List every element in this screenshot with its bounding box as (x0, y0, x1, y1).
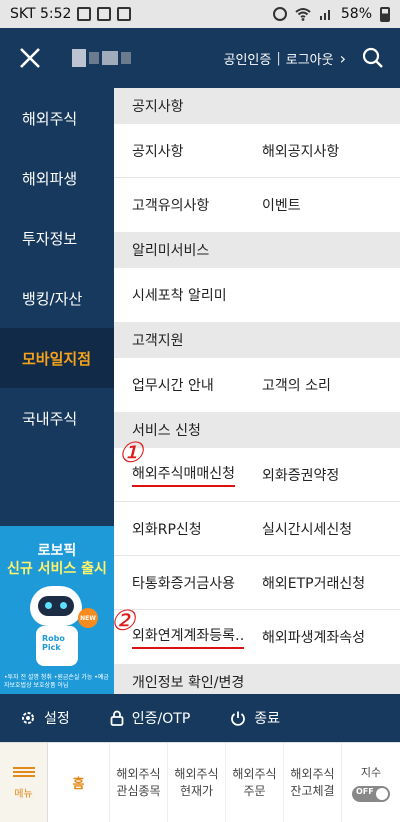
hamburger-icon (12, 765, 35, 779)
wifi-icon (295, 8, 311, 21)
menu-item-notices[interactable]: 공지사항 (114, 124, 244, 177)
promo-subtitle: 신규 서비스 출시 (7, 561, 107, 577)
battery-icon (380, 6, 390, 22)
search-button[interactable] (346, 28, 400, 88)
nav-tab-balance[interactable]: 해외주식잔고체결 (284, 743, 342, 822)
robot-illustration: Robo Pick NEW (16, 586, 98, 670)
new-badge: NEW (78, 608, 98, 628)
app-header: 공인인증 | 로그아웃 › (0, 28, 400, 88)
menu-item-label: 해외주식매매신청 (132, 463, 236, 487)
menu-item-price-alert[interactable]: 시세포착 알리미 (114, 268, 314, 322)
nav-tab-line2: 현재가 (179, 783, 214, 798)
robot-badge: Robo Pick (42, 634, 65, 652)
nav-tab-watchlist[interactable]: 해외주식관심종목 (110, 743, 168, 822)
nav-home-tab[interactable]: 홈 (48, 743, 110, 822)
category-sidebar: 해외주식 해외파생 투자정보 뱅킹/자산 모바일지점 국내주식 로보픽 신규 서… (0, 88, 114, 694)
mobile-branch-menu: 공지사항 공지사항 해외공지사항 고객유의사항 이벤트 알리미서비스 시세포착 … (114, 88, 400, 694)
auth-otp-label: 인증/OTP (131, 711, 191, 727)
nav-tab-line2: 관심종목 (116, 783, 161, 798)
nav-menu-label: 메뉴 (14, 789, 33, 800)
gear-icon (22, 712, 34, 724)
toggle-state: OFF (356, 786, 374, 796)
section-notices: 공지사항 (114, 88, 400, 124)
nav-tab-line2: 주문 (243, 783, 266, 798)
nav-tab-line1: 해외주식 (232, 766, 277, 781)
news-icon (117, 7, 132, 21)
section-customer-support: 고객지원 (114, 322, 400, 358)
carrier-time: SKT 5:52 (10, 6, 72, 22)
bottom-nav: 메뉴 홈 해외주식관심종목 해외주식현재가 해외주식주문 해외주식잔고체결 지수… (0, 742, 400, 822)
nav-menu-button[interactable]: 메뉴 (0, 743, 48, 822)
promo-disclaimer: •투자 전 설명 청취 •원금손실 가능 •예금자보호법상 보호상품 아님 (4, 674, 109, 689)
section-alert-service: 알리미서비스 (114, 232, 400, 268)
power-icon (231, 711, 246, 726)
exit-label: 종료 (254, 711, 281, 727)
lock-icon (110, 710, 124, 726)
cert-link[interactable]: 공인인증 (224, 49, 272, 68)
sidebar-item-label: 해외파생 (22, 169, 78, 188)
alarm-icon (272, 7, 287, 21)
menu-item-etp-trading-apply[interactable]: 해외ETP거래신청 (244, 556, 400, 609)
sidebar-item-label: 투자정보 (22, 229, 78, 248)
settings-button[interactable]: 설정 (20, 708, 70, 728)
nav-tab-order[interactable]: 해외주식주문 (226, 743, 284, 822)
sidebar-item-label: 모바일지점 (22, 349, 92, 368)
promo-title: 로보픽 (37, 543, 77, 559)
link-separator: | (276, 50, 281, 66)
sidebar-item-investment-info[interactable]: 투자정보 (0, 208, 114, 268)
app-icon (97, 7, 112, 21)
close-button[interactable] (0, 28, 60, 88)
section-service-application: 서비스 신청 (114, 412, 400, 448)
menu-item-other-currency-margin[interactable]: 타통화증거금사용 (114, 556, 244, 609)
promo-banner[interactable]: 로보픽 신규 서비스 출시 Robo Pick NEW •투자 전 설명 청취 … (0, 526, 114, 694)
menu-item-overseas-notices[interactable]: 해외공지사항 (244, 124, 400, 177)
index-toggle-area: 지수 OFF (342, 743, 400, 822)
sidebar-item-label: 뱅킹/자산 (22, 289, 83, 308)
menu-item-realtime-quote-apply[interactable]: 실시간시세신청 (244, 502, 400, 555)
logout-link[interactable]: 로그아웃 (286, 49, 334, 68)
sidebar-item-label: 국내주식 (22, 409, 78, 428)
menu-item-derivatives-account[interactable]: 해외파생계좌속성 (244, 610, 400, 664)
signal-icon (319, 10, 330, 20)
nav-home-label: 홈 (72, 777, 85, 792)
nav-tab-current-price[interactable]: 해외주식현재가 (168, 743, 226, 822)
sidebar-item-label: 해외주식 (22, 109, 78, 128)
menu-item-fx-rp-apply[interactable]: 외화RP신청 (114, 502, 244, 555)
sidebar-item-overseas-stock[interactable]: 해외주식 (0, 88, 114, 148)
menu-item-business-hours[interactable]: 업무시간 안내 (114, 358, 244, 412)
sidebar-item-banking[interactable]: 뱅킹/자산 (0, 268, 114, 328)
blurred-logo (72, 49, 131, 67)
menu-item-customer-voice[interactable]: 고객의 소리 (244, 358, 400, 412)
notification-icon (77, 7, 92, 21)
sidebar-item-overseas-derivatives[interactable]: 해외파생 (0, 148, 114, 208)
index-label: 지수 (360, 765, 382, 779)
status-bar: SKT 5:52 58% (0, 0, 400, 28)
menu-item-customer-caution[interactable]: 고객유의사항 (114, 178, 244, 232)
section-personal-info: 개인정보 확인/변경 (114, 664, 400, 694)
auth-otp-button[interactable]: 인증/OTP (110, 708, 191, 728)
menu-item-fx-securities-agreement[interactable]: 외화증권약정 (244, 448, 400, 501)
annotation-two: ② (110, 604, 136, 637)
bottom-action-bar: 설정 인증/OTP 종료 (0, 694, 400, 742)
close-icon (20, 48, 40, 68)
nav-tab-line1: 해외주식 (290, 766, 335, 781)
exit-button[interactable]: 종료 (230, 708, 280, 728)
nav-tab-line1: 해외주식 (174, 766, 219, 781)
sidebar-item-domestic-stock[interactable]: 국내주식 (0, 388, 114, 448)
annotation-one: ① (118, 436, 144, 469)
menu-item-events[interactable]: 이벤트 (244, 178, 400, 232)
settings-label: 설정 (44, 711, 70, 727)
search-icon (362, 47, 383, 68)
menu-item-label: 외화연계계좌등록… (132, 625, 244, 649)
nav-tab-line1: 해외주식 (116, 766, 161, 781)
battery-percent: 58% (340, 6, 372, 22)
sidebar-item-mobile-branch[interactable]: 모바일지점 (0, 328, 114, 388)
nav-tab-line2: 잔고체결 (290, 783, 335, 798)
index-toggle[interactable]: OFF (352, 785, 390, 802)
